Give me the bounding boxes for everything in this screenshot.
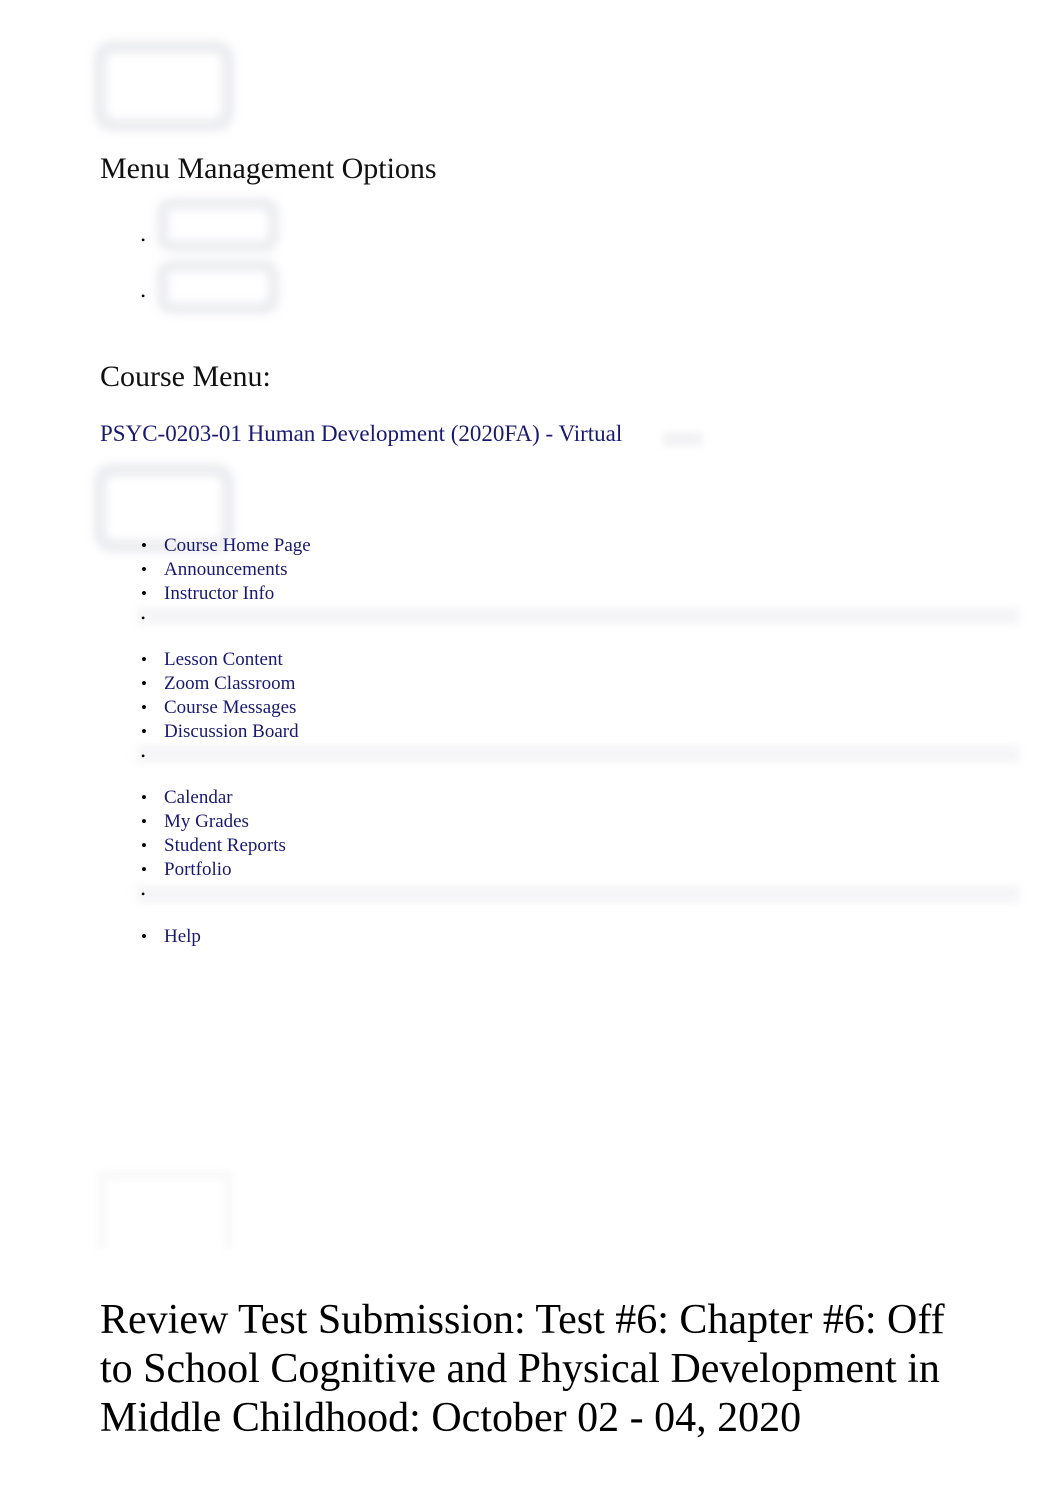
course-menu-link[interactable]: Calendar [164, 787, 233, 808]
sidebar-item-course-messages[interactable]: Course Messages [137, 696, 299, 720]
sidebar-item-divider [137, 744, 299, 768]
course-menu-link[interactable]: Help [164, 926, 201, 947]
sidebar-item-lesson-content[interactable]: Lesson Content [137, 648, 299, 672]
sidebar-item-my-grades[interactable]: My Grades [137, 810, 286, 834]
list-item[interactable] [137, 228, 164, 284]
sidebar-item-course-home-page[interactable]: Course Home Page [137, 534, 311, 558]
course-menu-link[interactable]: Discussion Board [164, 721, 299, 742]
sidebar-item-instructor-info[interactable]: Instructor Info [137, 582, 311, 606]
course-menu-link[interactable]: Portfolio [164, 859, 232, 880]
course-menu-link[interactable]: My Grades [164, 811, 249, 832]
decorative-band [663, 432, 703, 446]
menu-options-placeholder-icon [158, 199, 278, 317]
course-menu-link[interactable]: Announcements [164, 559, 287, 580]
course-menu-link[interactable]: Instructor Info [164, 583, 274, 604]
course-menu-group-3: Calendar My Grades Student Reports Portf… [137, 786, 286, 906]
menu-management-list [137, 228, 164, 340]
sidebar-item-announcements[interactable]: Announcements [137, 558, 311, 582]
sidebar-item-help[interactable]: Help [137, 925, 201, 949]
menu-placeholder-icon [95, 42, 233, 130]
course-menu-link[interactable]: Zoom Classroom [164, 673, 295, 694]
page-title: Review Test Submission: Test #6: Chapter… [100, 1297, 945, 1442]
document-page: Menu Management Options Course Menu: PSY… [0, 0, 1062, 1506]
course-title-link[interactable]: PSYC-0203-01 Human Development (2020FA) … [100, 420, 622, 448]
sidebar-item-zoom-classroom[interactable]: Zoom Classroom [137, 672, 299, 696]
content-placeholder-icon [96, 1170, 234, 1249]
sidebar-item-portfolio[interactable]: Portfolio [137, 858, 286, 882]
sidebar-item-divider [137, 882, 286, 906]
course-menu-link[interactable]: Course Home Page [164, 535, 311, 556]
course-menu-link[interactable]: Student Reports [164, 835, 286, 856]
list-item[interactable] [137, 284, 164, 340]
menu-management-heading: Menu Management Options [100, 152, 437, 185]
sidebar-item-discussion-board[interactable]: Discussion Board [137, 720, 299, 744]
course-menu-link[interactable]: Course Messages [164, 697, 296, 718]
sidebar-item-calendar[interactable]: Calendar [137, 786, 286, 810]
sidebar-item-student-reports[interactable]: Student Reports [137, 834, 286, 858]
course-menu-group-4: Help [137, 925, 201, 949]
course-menu-link[interactable]: Lesson Content [164, 649, 283, 670]
course-menu-group-1: Course Home Page Announcements Instructo… [137, 534, 311, 630]
course-menu-heading: Course Menu: [100, 360, 271, 393]
course-menu-group-2: Lesson Content Zoom Classroom Course Mes… [137, 648, 299, 768]
sidebar-item-divider [137, 606, 311, 630]
